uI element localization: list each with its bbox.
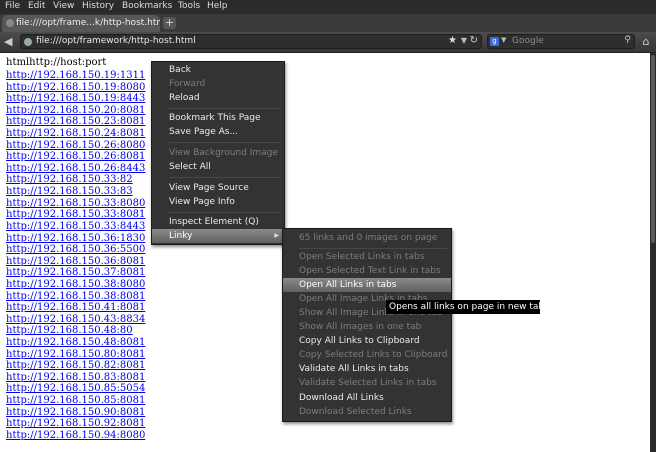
- search-placeholder: Google: [512, 36, 544, 46]
- link-item[interactable]: http://192.168.150.80:8081: [6, 349, 145, 361]
- link-item[interactable]: http://192.168.150.36:5500: [6, 244, 145, 256]
- tooltip: Opens all links on page in new tabs: [386, 300, 549, 314]
- link-item[interactable]: http://192.168.150.94:8080: [6, 430, 145, 442]
- link-item[interactable]: http://192.168.150.90:8081: [6, 407, 145, 419]
- link-item[interactable]: http://192.168.150.36:8081: [6, 256, 145, 268]
- menu-view-info[interactable]: View Page Info: [152, 195, 284, 209]
- link-item[interactable]: http://192.168.150.19:8443: [6, 93, 145, 105]
- link-item[interactable]: http://192.168.150.33:82: [6, 174, 145, 186]
- link-item[interactable]: http://192.168.150.19:1311: [6, 70, 145, 82]
- linky-open-selected[interactable]: Open Selected Links in tabs: [283, 250, 451, 264]
- context-menu: Back Forward Reload Bookmark This Page S…: [151, 61, 285, 245]
- link-item[interactable]: http://192.168.150.48:8081: [6, 337, 145, 349]
- menu-history[interactable]: History: [82, 1, 114, 11]
- link-item[interactable]: http://192.168.150.33:8443: [6, 221, 145, 233]
- menu-bar: File Edit View History Bookmarks Tools H…: [0, 0, 656, 14]
- menu-view-source[interactable]: View Page Source: [152, 181, 284, 195]
- menu-separator: [169, 212, 280, 213]
- link-item[interactable]: http://192.168.150.85:5054: [6, 383, 145, 395]
- menu-separator: [169, 177, 280, 178]
- link-item[interactable]: http://192.168.150.33:8080: [6, 198, 145, 210]
- linky-validate-selected[interactable]: Validate Selected Links in tabs: [283, 376, 451, 390]
- menu-tools[interactable]: Tools: [178, 1, 200, 11]
- linky-copy-selected[interactable]: Copy Selected Links to Clipboard: [283, 348, 451, 362]
- bookmark-star-icon[interactable]: ★: [448, 35, 457, 46]
- search-bar[interactable]: g ▼ Google ⚲: [487, 34, 635, 49]
- link-item[interactable]: http://192.168.150.26:8080: [6, 140, 145, 152]
- menu-separator: [299, 248, 447, 249]
- menu-back[interactable]: Back: [152, 63, 284, 77]
- new-tab-button[interactable]: +: [163, 17, 176, 29]
- linky-summary: 65 links and 0 images on page: [299, 233, 438, 243]
- url-bar[interactable]: file:///opt/framework/http-host.html ★ ▼…: [20, 34, 482, 49]
- menu-help[interactable]: Help: [207, 1, 228, 11]
- link-item[interactable]: http://192.168.150.83:8081: [6, 372, 145, 384]
- link-item[interactable]: http://192.168.150.33:83: [6, 186, 145, 198]
- navigation-bar: ◀ file:///opt/framework/http-host.html ★…: [0, 32, 656, 53]
- linky-open-all[interactable]: Open All Links in tabs: [283, 278, 451, 292]
- submenu-arrow-icon: ▶: [274, 232, 279, 239]
- back-icon[interactable]: ◀: [4, 35, 18, 49]
- menu-save-page[interactable]: Save Page As...: [152, 125, 284, 139]
- linky-validate-all[interactable]: Validate All Links in tabs: [283, 362, 451, 376]
- link-item[interactable]: http://192.168.150.24:8081: [6, 128, 145, 140]
- linky-copy-all[interactable]: Copy All Links to Clipboard: [283, 334, 451, 348]
- menu-separator: [169, 142, 280, 143]
- linky-open-selected-text[interactable]: Open Selected Text Link in tabs: [283, 264, 451, 278]
- url-dropdown-icon[interactable]: ▼: [461, 36, 467, 45]
- menu-view[interactable]: View: [53, 1, 74, 11]
- menu-bookmark-page[interactable]: Bookmark This Page: [152, 111, 284, 125]
- tab-bar: file:///opt/frame...k/http-host.html +: [0, 14, 656, 32]
- link-item[interactable]: http://192.168.150.37:8081: [6, 267, 145, 279]
- link-item[interactable]: http://192.168.150.19:8080: [6, 82, 145, 94]
- menu-file[interactable]: File: [5, 1, 20, 11]
- page-icon: [6, 19, 14, 27]
- scrollbar-thumb[interactable]: [651, 55, 655, 243]
- link-item[interactable]: http://192.168.150.85:8081: [6, 395, 145, 407]
- link-item[interactable]: http://192.168.150.43:8834: [6, 314, 145, 326]
- tab-http-host[interactable]: file:///opt/frame...k/http-host.html: [2, 15, 160, 32]
- link-item[interactable]: http://192.168.150.33:8081: [6, 209, 145, 221]
- link-item[interactable]: http://192.168.150.38:8080: [6, 279, 145, 291]
- link-item[interactable]: http://192.168.150.26:8443: [6, 163, 145, 175]
- link-item[interactable]: http://192.168.150.26:8081: [6, 151, 145, 163]
- vertical-scrollbar[interactable]: [650, 53, 656, 452]
- menu-linky[interactable]: Linky ▶: [152, 229, 284, 243]
- link-item[interactable]: http://192.168.150.23:8081: [6, 116, 145, 128]
- google-icon[interactable]: g: [490, 37, 499, 46]
- menu-bookmarks[interactable]: Bookmarks: [122, 1, 172, 11]
- link-item[interactable]: http://192.168.150.20:8081: [6, 105, 145, 117]
- link-item[interactable]: http://192.168.150.36:1830: [6, 233, 145, 245]
- link-item[interactable]: http://192.168.150.41:8081: [6, 302, 145, 314]
- tab-title: file:///opt/frame...k/http-host.html: [16, 18, 160, 28]
- globe-icon: [24, 38, 32, 46]
- link-list: http://192.168.150.19:1311 http://192.168…: [6, 70, 145, 442]
- home-icon[interactable]: ⌂: [639, 35, 653, 49]
- menu-view-background[interactable]: View Background Image: [152, 146, 284, 160]
- linky-download-selected[interactable]: Download Selected Links: [283, 405, 451, 419]
- linky-submenu: 65 links and 0 images on page Open Selec…: [282, 228, 452, 422]
- search-icon[interactable]: ⚲: [624, 35, 631, 45]
- reload-icon[interactable]: ↻: [470, 35, 478, 46]
- url-text: file:///opt/framework/http-host.html: [36, 36, 196, 46]
- menu-select-all[interactable]: Select All: [152, 160, 284, 174]
- menu-linky-label: Linky: [169, 231, 193, 241]
- linky-download-all[interactable]: Download All Links: [283, 391, 451, 405]
- menu-forward[interactable]: Forward: [152, 77, 284, 91]
- menu-inspect-element[interactable]: Inspect Element (Q): [152, 215, 284, 229]
- link-item[interactable]: http://192.168.150.38:8081: [6, 291, 145, 303]
- search-engine-dropdown-icon[interactable]: ▼: [501, 36, 506, 44]
- link-item[interactable]: http://192.168.150.92:8081: [6, 418, 145, 430]
- page-heading: htmlhttp://host:port: [6, 57, 107, 68]
- link-item[interactable]: http://192.168.150.48:80: [6, 325, 145, 337]
- menu-reload[interactable]: Reload: [152, 91, 284, 105]
- menu-separator: [169, 108, 280, 109]
- linky-show-all-images[interactable]: Show All Images in one tab: [283, 320, 451, 334]
- link-item[interactable]: http://192.168.150.82:8081: [6, 360, 145, 372]
- menu-edit[interactable]: Edit: [28, 1, 45, 11]
